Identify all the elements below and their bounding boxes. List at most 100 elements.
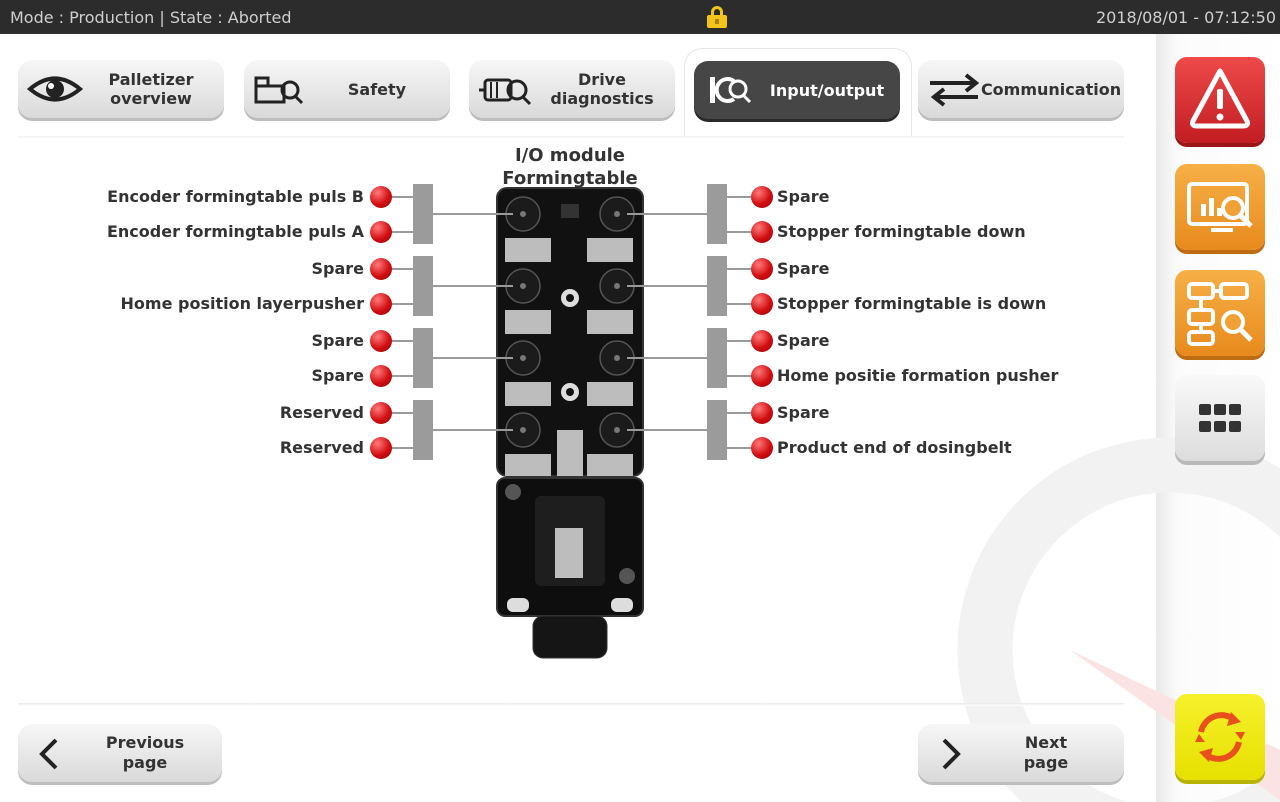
connector-line (392, 196, 413, 198)
flowchart-inspect-icon (1187, 282, 1253, 346)
io-label: Product end of dosingbelt (777, 438, 1012, 457)
status-led (751, 365, 773, 387)
io-label: Reserved (279, 438, 364, 457)
io-label: Spare (311, 331, 364, 350)
dashboard-button[interactable] (1175, 164, 1265, 250)
connector-line (727, 196, 752, 198)
io-label: Reserved (279, 403, 364, 422)
motor-inspect-icon (479, 78, 532, 106)
connector-line (627, 213, 707, 215)
connector-line (727, 303, 752, 305)
connector-line (627, 285, 707, 287)
status-led (751, 402, 773, 424)
io-label: Spare (311, 366, 364, 385)
io-label: Spare (777, 403, 830, 422)
tab-label: Palletizer overview (108, 70, 194, 108)
io-label: Home position layerpusher (120, 294, 364, 313)
rotate-arrows-icon (1195, 712, 1245, 762)
footer-divider (18, 703, 1124, 706)
connector-line (627, 357, 707, 359)
module-title: I/O module Formingtable (502, 145, 638, 189)
connector-line (727, 340, 752, 342)
connector-bracket (413, 328, 433, 388)
status-led (751, 437, 773, 459)
status-led (370, 258, 392, 280)
tab-label: Input/output (769, 80, 885, 100)
status-bar: Mode : Production | State : Aborted 2018… (0, 0, 1280, 34)
connector-bracket (413, 184, 433, 244)
connector-line (727, 447, 752, 449)
connector-line (433, 357, 513, 359)
previous-page-label: Previous page (105, 733, 185, 772)
tab-label: Drive diagnostics (550, 70, 654, 108)
connector-line (727, 375, 752, 377)
connector-line (627, 429, 707, 431)
datetime-text: 2018/08/01 - 07:12:50 (1095, 8, 1276, 27)
connector-bracket (413, 400, 433, 460)
connector-line (392, 340, 413, 342)
monitor-chart-inspect-icon (1187, 182, 1253, 232)
tab-label: Safety (347, 79, 407, 99)
status-led (370, 365, 392, 387)
connector-line (433, 429, 513, 431)
tab-drive-diagnostics[interactable]: Drive diagnostics (469, 60, 675, 118)
io-label: Encoder formingtable puls A (106, 222, 364, 241)
io-label: Spare (311, 259, 364, 278)
io-label: Home positie formation pusher (777, 366, 1059, 385)
tab-input-output[interactable]: Input/output (694, 61, 900, 119)
mode-state-text: Mode : Production | State : Aborted (10, 8, 292, 27)
flowchart-button[interactable] (1175, 270, 1265, 356)
connector-line (433, 213, 513, 215)
connector-line (433, 285, 513, 287)
previous-page-button[interactable]: Previous page (18, 724, 222, 782)
status-led (370, 186, 392, 208)
lock-icon[interactable] (707, 6, 727, 28)
io-label: Spare (777, 259, 830, 278)
safety-inspect-icon (254, 76, 304, 105)
connector-bracket (707, 256, 727, 316)
connector-line (392, 268, 413, 270)
chevron-right-icon (942, 738, 961, 770)
connector-line (727, 231, 752, 233)
connector-line (392, 231, 413, 233)
io-module-image (496, 187, 644, 659)
reset-button[interactable] (1175, 694, 1265, 780)
tab-safety[interactable]: Safety (244, 60, 450, 118)
chevron-left-icon (39, 738, 58, 770)
connector-bracket (707, 400, 727, 460)
io-label: Stopper formingtable down (777, 222, 1026, 241)
eye-icon (26, 76, 84, 102)
io-label: Encoder formingtable puls B (107, 187, 364, 206)
status-led (370, 293, 392, 315)
io-label: Spare (777, 331, 830, 350)
connector-line (392, 303, 413, 305)
status-led (370, 437, 392, 459)
connector-bracket (413, 256, 433, 316)
tab-palletizer-overview[interactable]: Palletizer overview (18, 60, 224, 118)
tab-label: Communication (980, 79, 1122, 99)
status-led (370, 402, 392, 424)
status-led (370, 221, 392, 243)
status-led (751, 293, 773, 315)
connector-line (392, 375, 413, 377)
io-label: Stopper formingtable is down (777, 294, 1047, 313)
warning-triangle-icon (1190, 68, 1250, 129)
connector-bracket (707, 184, 727, 244)
status-led (370, 330, 392, 352)
status-led (751, 330, 773, 352)
connector-line (392, 447, 413, 449)
alarm-button[interactable] (1175, 57, 1265, 143)
grid-dots-icon (1199, 404, 1241, 432)
connector-line (727, 268, 752, 270)
exchange-arrows-icon (930, 73, 980, 107)
io-label: Spare (777, 187, 830, 206)
next-page-button[interactable]: Next page (918, 724, 1124, 782)
tab-communication[interactable]: Communication (918, 60, 1124, 118)
menu-button[interactable] (1175, 375, 1265, 461)
header-divider (18, 136, 1124, 139)
connector-line (727, 412, 752, 414)
io-inspect-icon (710, 77, 752, 104)
connector-line (392, 412, 413, 414)
connector-bracket (707, 328, 727, 388)
next-page-label: Next page (1023, 733, 1069, 772)
